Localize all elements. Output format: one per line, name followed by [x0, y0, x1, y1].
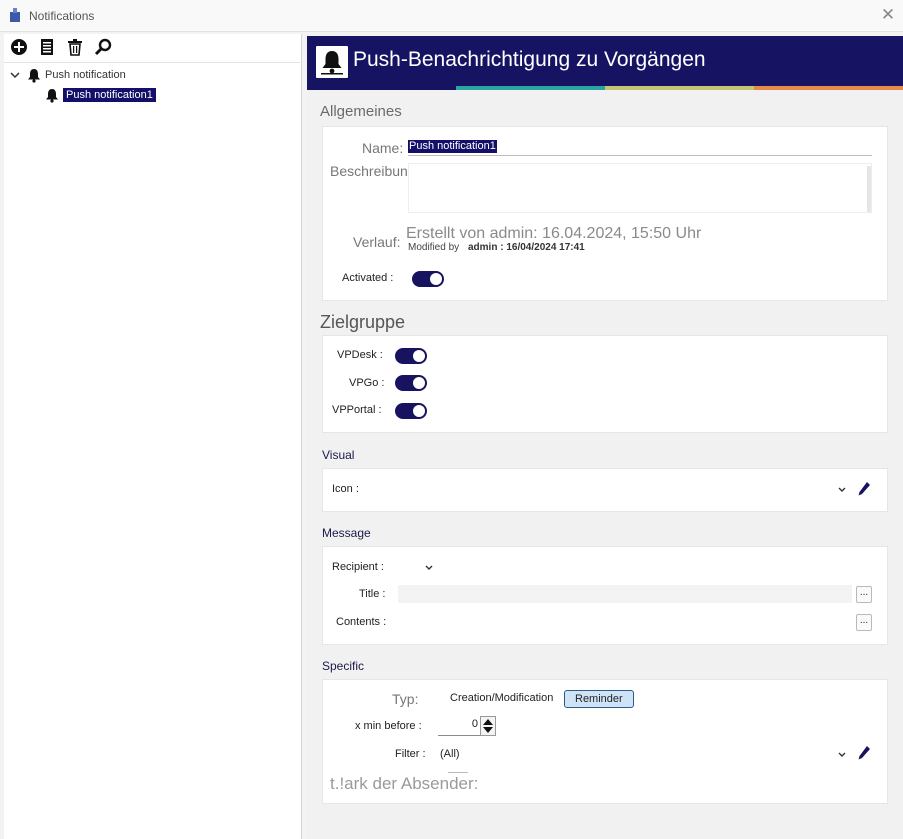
tree-pane: Push notification Push notification1	[4, 34, 302, 839]
vpgo-label: VPGo :	[349, 377, 385, 389]
tree-node-root[interactable]: Push notification	[10, 66, 126, 84]
contents-label: Contents :	[336, 616, 387, 628]
type-label: Typ:	[392, 691, 419, 707]
section-title-target: Zielgruppe	[320, 312, 406, 332]
search-icon[interactable]	[94, 38, 112, 56]
section-title-visual: Visual	[322, 448, 355, 462]
pencil-icon[interactable]	[857, 745, 871, 761]
header-stripe	[456, 86, 605, 90]
history-label: Verlauf:	[353, 234, 401, 250]
modified-prefix: Modified by	[408, 242, 460, 253]
description-field[interactable]	[408, 163, 872, 213]
document-list-icon[interactable]	[38, 38, 56, 56]
xmin-value: 0	[471, 718, 478, 730]
detail-header: Push-Benachrichtigung zu Vorgängen	[307, 36, 903, 90]
close-icon[interactable]: ✕	[877, 4, 899, 26]
chevron-down-icon[interactable]	[837, 485, 847, 495]
title-more-button[interactable]: ...	[856, 586, 872, 603]
tree-label-selected: Push notification1	[63, 88, 156, 102]
modified-value: admin : 16/04/2024 17:41	[468, 242, 585, 253]
page-title: Push-Benachrichtigung zu Vorgängen	[353, 48, 706, 71]
trash-icon[interactable]	[66, 38, 84, 56]
add-circle-icon[interactable]	[10, 38, 28, 56]
icon-label: Icon :	[332, 483, 359, 495]
created-text: Erstellt von admin: 16.04.2024, 15:50 Uh…	[406, 225, 702, 242]
type-option-creation[interactable]: Creation/Modification	[446, 690, 557, 708]
header-icon-box	[316, 46, 348, 78]
vpgo-toggle[interactable]	[395, 375, 427, 391]
tree-label-root: Push notification	[45, 69, 126, 81]
window-title: Notifications	[29, 9, 95, 23]
vpdesk-label: VPDesk :	[337, 349, 383, 361]
chevron-down-icon[interactable]	[10, 70, 20, 80]
vpportal-label: VPPortal :	[332, 404, 382, 416]
app-icon	[10, 8, 20, 22]
message-panel: Recipient : Title : ... Contents : ...	[322, 546, 888, 645]
header-stripe	[605, 86, 754, 90]
filter-value[interactable]: (All)	[440, 748, 460, 760]
section-title-message: Message	[322, 526, 371, 540]
type-option-reminder[interactable]: Reminder	[564, 690, 634, 708]
filter-label: Filter :	[395, 748, 426, 760]
activated-label: Activated :	[342, 272, 394, 284]
vpdesk-toggle[interactable]	[395, 348, 427, 364]
bell-icon	[46, 88, 58, 103]
name-field[interactable]: Push notification1	[408, 140, 497, 153]
target-panel: VPDesk : VPGo : VPPortal :	[322, 335, 888, 433]
extra-label: t.!ark der Absender:	[330, 774, 479, 793]
xmin-stepper[interactable]: 0	[438, 716, 496, 736]
specific-panel: Typ: Creation/Modification Reminder x mi…	[322, 679, 888, 804]
xmin-label: x min before :	[355, 720, 422, 732]
section-title-specific: Specific	[322, 659, 365, 673]
tree-node-child[interactable]: Push notification1	[44, 86, 156, 104]
pencil-icon[interactable]	[857, 481, 871, 497]
name-underline	[408, 155, 872, 156]
visual-panel: Icon :	[322, 468, 888, 512]
bell-icon	[28, 68, 40, 83]
name-label: Name:	[362, 140, 404, 156]
stepper-buttons[interactable]	[480, 716, 496, 736]
title-field[interactable]	[398, 585, 852, 603]
extra-divider	[448, 772, 468, 773]
detail-pane: Push-Benachrichtigung zu Vorgängen Allge…	[307, 36, 903, 839]
section-title-general: Allgemeines	[320, 103, 402, 120]
header-stripe	[754, 86, 903, 90]
description-scrollbar[interactable]	[867, 166, 871, 212]
general-panel: Name: Push notification1 Beschreibung: V…	[322, 126, 888, 301]
window-titlebar: Notifications ✕	[0, 0, 903, 32]
vpportal-toggle[interactable]	[395, 403, 427, 419]
chevron-down-icon[interactable]	[837, 750, 847, 760]
stepper-arrows-icon[interactable]	[481, 717, 495, 735]
recipient-label: Recipient :	[332, 561, 384, 573]
activated-toggle[interactable]	[412, 271, 444, 287]
chevron-down-icon[interactable]	[424, 563, 434, 573]
bell-icon	[321, 51, 343, 75]
toolbar-divider	[4, 62, 300, 63]
title-label: Title :	[359, 588, 386, 600]
header-stripe	[307, 86, 456, 90]
contents-more-button[interactable]: ...	[856, 614, 872, 631]
description-label: Beschreibung:	[330, 163, 420, 179]
